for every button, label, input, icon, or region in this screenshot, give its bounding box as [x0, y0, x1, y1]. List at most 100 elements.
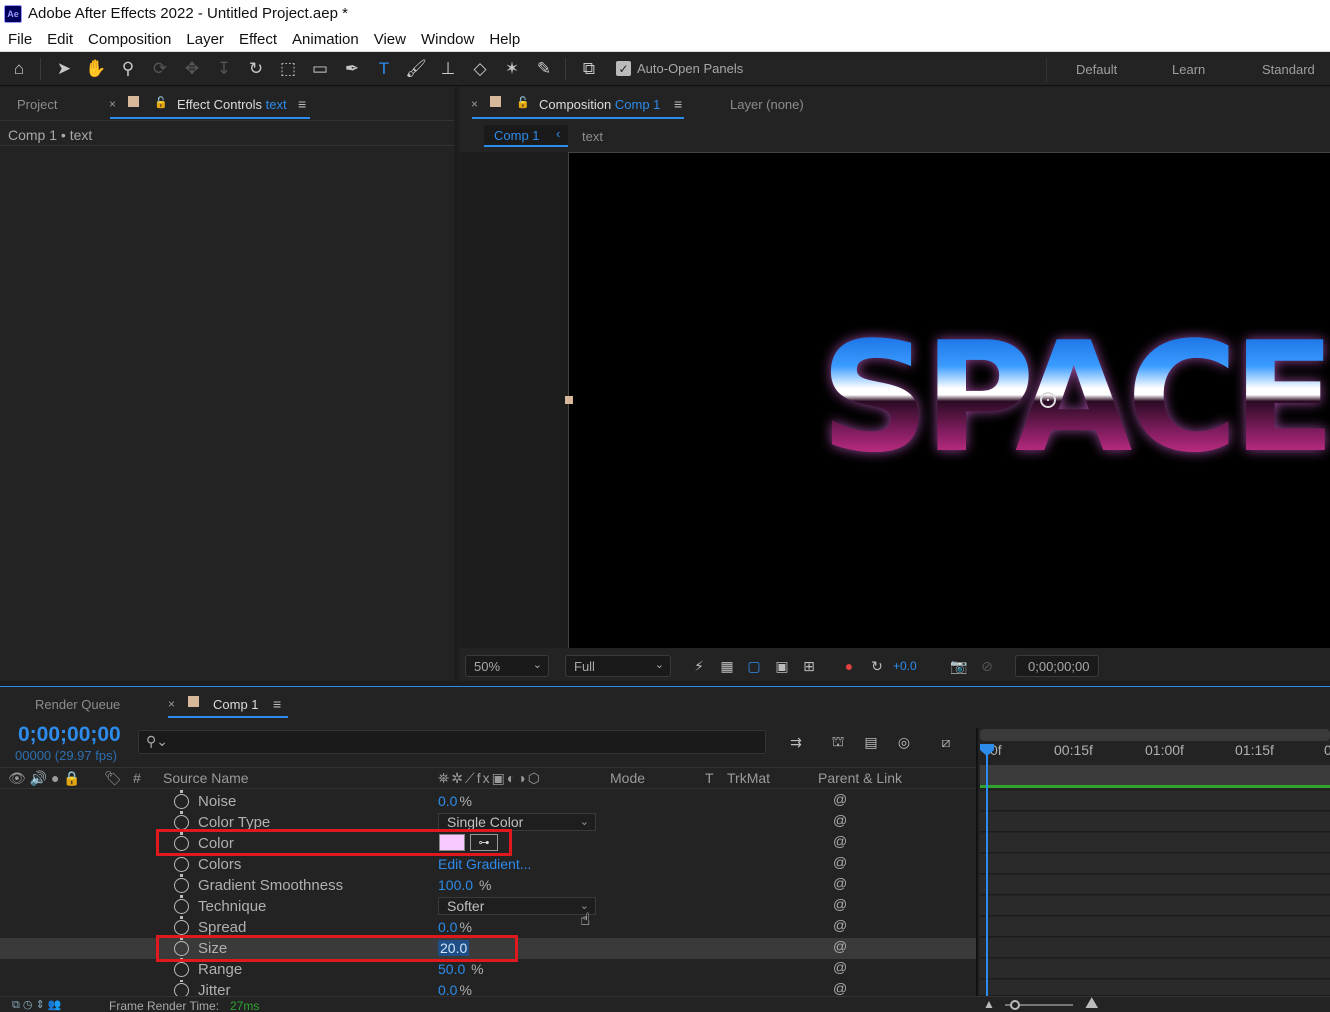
stopwatch-icon[interactable]	[174, 853, 189, 872]
zoom-out-icon[interactable]: ▲	[983, 997, 995, 1011]
orbit-camera-icon[interactable]: ⟳	[147, 56, 173, 82]
expression-pickwhip-icon[interactable]: @	[833, 875, 847, 891]
reset-exposure-icon[interactable]: ↻	[868, 657, 886, 675]
property-value[interactable]: 50.0 %	[438, 961, 484, 977]
property-value[interactable]: 0.0%	[438, 919, 472, 935]
tab-render-queue[interactable]: Render Queue	[35, 697, 120, 712]
close-tab-icon[interactable]: ×	[168, 697, 175, 711]
show-channel-icon[interactable]: ●	[840, 657, 858, 675]
stopwatch-icon[interactable]	[174, 874, 189, 893]
tab-timeline-comp[interactable]: Comp 1	[213, 697, 259, 712]
work-area-bar[interactable]	[980, 765, 1330, 785]
panel-menu-icon[interactable]: ≡	[273, 696, 281, 712]
home-icon[interactable]: ⌂	[6, 56, 32, 82]
timeline-search-input[interactable]	[138, 730, 766, 754]
panel-menu-icon[interactable]: ≡	[674, 96, 682, 112]
expression-pickwhip-icon[interactable]: @	[833, 917, 847, 933]
selection-tool-icon[interactable]: ➤	[51, 56, 77, 82]
layer-bounds-handle[interactable]	[565, 396, 573, 404]
mask-path-visibility-icon[interactable]: ▢	[745, 657, 763, 675]
pan-behind-tool-icon[interactable]: ⬚	[275, 56, 301, 82]
dolly-camera-icon[interactable]: ↧	[211, 56, 237, 82]
column-source-name[interactable]: Source Name	[163, 770, 249, 786]
menu-file[interactable]: File	[1, 31, 39, 48]
breadcrumb-layer[interactable]: text	[582, 129, 603, 144]
auto-open-panels-checkbox[interactable]: ✓	[616, 61, 631, 76]
workspace-learn[interactable]: Learn	[1172, 62, 1205, 77]
property-value[interactable]: 100.0 %	[438, 877, 491, 893]
timeline-timecode[interactable]: 0;00;00;00	[18, 723, 121, 747]
menu-effect[interactable]: Effect	[232, 31, 284, 48]
frame-blending-icon[interactable]: ▤	[862, 733, 880, 751]
exposure-value[interactable]: +0.0	[893, 659, 917, 673]
tab-layer[interactable]: Layer (none)	[730, 97, 804, 112]
stopwatch-icon[interactable]	[174, 790, 189, 809]
time-navigator-bar[interactable]	[980, 729, 1330, 741]
zoom-tool-icon[interactable]: ⚲	[115, 56, 141, 82]
workspace-standard[interactable]: Standard	[1262, 62, 1315, 77]
transparency-grid-icon[interactable]: ▦	[718, 657, 736, 675]
menu-animation[interactable]: Animation	[285, 31, 366, 48]
zoom-in-icon[interactable]: ⛰	[1085, 995, 1098, 1012]
clone-stamp-tool-icon[interactable]: ⊥	[435, 56, 461, 82]
resolution-dropdown[interactable]: Full ⌄	[565, 655, 671, 677]
expression-pickwhip-icon[interactable]: @	[833, 980, 847, 996]
pan-camera-icon[interactable]: ✥	[179, 56, 205, 82]
workspace-default[interactable]: Default	[1076, 62, 1117, 77]
expression-pickwhip-icon[interactable]: @	[833, 854, 847, 870]
expression-pickwhip-icon[interactable]: @	[833, 938, 847, 954]
draft-3d-icon[interactable]: ⛫	[829, 733, 847, 751]
status-toggle-icons[interactable]: ⧉ ◷ ⇕ 👥	[12, 998, 62, 1012]
stopwatch-icon[interactable]	[174, 895, 189, 914]
menu-help[interactable]: Help	[482, 31, 527, 48]
expression-pickwhip-icon[interactable]: @	[833, 812, 847, 828]
edit-gradient-link[interactable]: Edit Gradient...	[438, 856, 531, 872]
expression-pickwhip-icon[interactable]: @	[833, 959, 847, 975]
expression-pickwhip-icon[interactable]: @	[833, 791, 847, 807]
technique-dropdown[interactable]: Softer ⌄	[438, 897, 596, 915]
expression-pickwhip-icon[interactable]: @	[833, 896, 847, 912]
rectangle-tool-icon[interactable]: ▭	[307, 56, 333, 82]
menu-window[interactable]: Window	[414, 31, 481, 48]
panel-menu-icon[interactable]: ≡	[298, 96, 306, 112]
breadcrumb-comp[interactable]: Comp 1 ‹	[484, 125, 568, 147]
expression-pickwhip-icon[interactable]: @	[833, 833, 847, 849]
tab-effect-controls[interactable]: Effect Controls text	[177, 97, 287, 112]
menu-view[interactable]: View	[367, 31, 413, 48]
eraser-tool-icon[interactable]: ◇	[467, 56, 493, 82]
space-text-layer[interactable]: SPACE	[820, 318, 1330, 478]
lock-icon[interactable]: 🔓	[516, 96, 530, 109]
close-tab-icon[interactable]: ×	[471, 97, 478, 111]
menu-layer[interactable]: Layer	[179, 31, 231, 48]
zoom-slider-handle[interactable]	[1010, 1000, 1020, 1010]
type-tool-icon[interactable]: T	[371, 56, 397, 82]
guides-grid-icon[interactable]: ⊞	[800, 657, 818, 675]
close-tab-icon[interactable]: ×	[109, 97, 116, 111]
graph-editor-icon[interactable]: ⧄	[937, 733, 955, 751]
current-time-indicator[interactable]	[986, 748, 988, 996]
motion-blur-icon[interactable]: ◎	[895, 733, 913, 751]
snapshot-camera-icon[interactable]: 📷	[950, 657, 968, 675]
snapping-icon[interactable]: ⧉	[576, 56, 602, 82]
stopwatch-icon[interactable]	[174, 958, 189, 977]
menu-edit[interactable]: Edit	[40, 31, 80, 48]
tab-project[interactable]: Project	[17, 97, 57, 112]
composition-mini-flowchart-icon[interactable]: ⇉	[787, 733, 805, 751]
stopwatch-icon[interactable]	[174, 811, 189, 830]
menu-composition[interactable]: Composition	[81, 31, 178, 48]
timeline-divider[interactable]	[976, 728, 978, 998]
hand-tool-icon[interactable]: ✋	[83, 56, 109, 82]
show-snapshot-icon[interactable]: ⊘	[978, 657, 996, 675]
search-icon[interactable]: ⚲⌄	[146, 733, 168, 750]
tab-composition[interactable]: Composition Comp 1	[539, 97, 660, 112]
rotation-tool-icon[interactable]: ↻	[243, 56, 269, 82]
roto-brush-tool-icon[interactable]: ✶	[499, 56, 525, 82]
magnification-dropdown[interactable]: 50% ⌄	[465, 655, 549, 677]
stopwatch-icon[interactable]	[174, 916, 189, 935]
fast-previews-icon[interactable]: ⚡	[690, 657, 708, 675]
anchor-point-icon[interactable]	[1040, 392, 1056, 408]
region-of-interest-icon[interactable]: ▣	[773, 657, 791, 675]
stopwatch-icon[interactable]	[174, 980, 189, 996]
puppet-pin-tool-icon[interactable]: ✎	[531, 56, 557, 82]
lock-icon[interactable]: 🔓	[154, 96, 168, 109]
